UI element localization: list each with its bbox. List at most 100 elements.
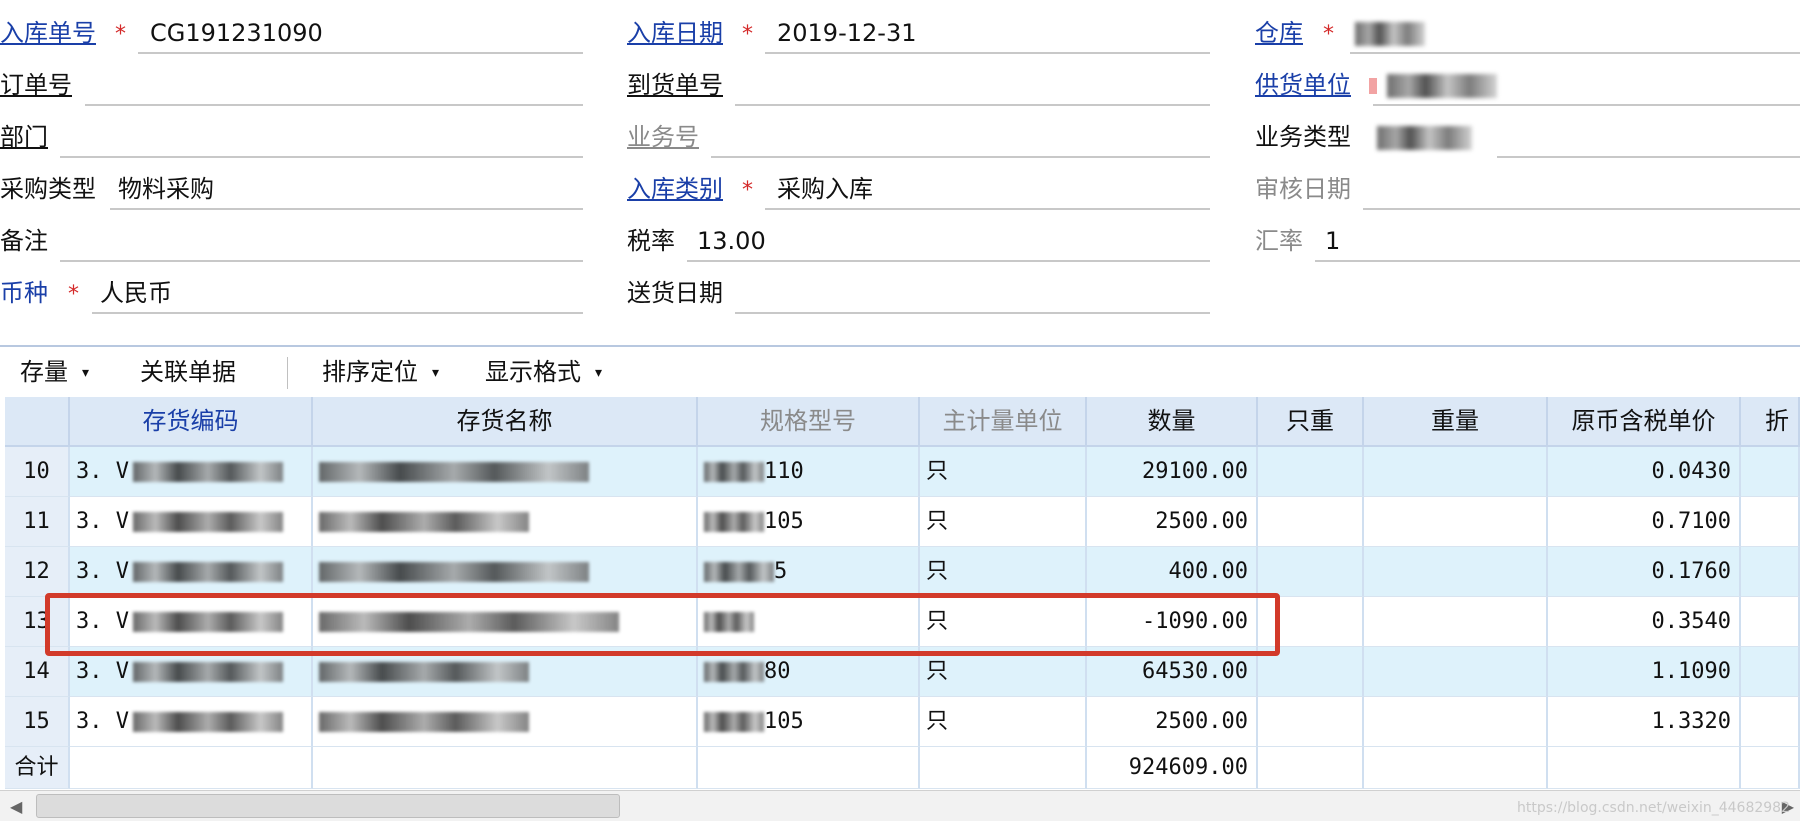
entry-no-label[interactable]: 入库单号: [0, 18, 96, 48]
table-row[interactable]: 11 3. V 105 只 2500.00 0.7100: [5, 497, 1800, 547]
exchange-rate-input[interactable]: 1: [1325, 226, 1340, 256]
warehouse-label[interactable]: 仓库: [1255, 18, 1303, 48]
item-code-cell[interactable]: 3. V: [70, 647, 313, 697]
item-code-cell[interactable]: 3. V: [70, 447, 313, 497]
currency-label[interactable]: 币种: [0, 278, 48, 308]
spec-cell[interactable]: 105: [698, 497, 920, 547]
item-code-prefix: 3. V: [76, 559, 129, 584]
column-header-item-code[interactable]: 存货编码: [70, 397, 313, 447]
item-code-cell[interactable]: 3. V: [70, 597, 313, 647]
column-header-unit-price[interactable]: 原币含税单价: [1548, 397, 1741, 447]
unit-cell[interactable]: 只: [920, 447, 1087, 497]
discount-cell[interactable]: [1741, 447, 1800, 497]
business-no-label[interactable]: 业务号: [627, 122, 699, 152]
purchase-type-input[interactable]: 物料采购: [118, 174, 214, 204]
discount-cell[interactable]: [1741, 647, 1800, 697]
table-row[interactable]: 13 3. V 只 -1090.00 0.3540: [5, 597, 1800, 647]
quantity-cell[interactable]: 64530.00: [1087, 647, 1258, 697]
column-header-item-name[interactable]: 存货名称: [313, 397, 698, 447]
quantity-cell[interactable]: 2500.00: [1087, 697, 1258, 747]
unit-price-cell[interactable]: 1.1090: [1548, 647, 1741, 697]
item-name-cell[interactable]: [313, 697, 698, 747]
currency-underline: [92, 312, 583, 314]
column-header-row-no[interactable]: [5, 397, 70, 447]
entry-category-input[interactable]: 采购入库: [777, 174, 873, 204]
sort-locate-menu-button[interactable]: 排序定位 ▾: [322, 357, 439, 388]
column-header-spec[interactable]: 规格型号: [698, 397, 920, 447]
weight-cell[interactable]: [1364, 447, 1548, 497]
tax-rate-input[interactable]: 13.00: [697, 226, 766, 256]
unit-cell[interactable]: 只: [920, 497, 1087, 547]
spec-cell[interactable]: 5: [698, 547, 920, 597]
discount-cell[interactable]: [1741, 547, 1800, 597]
order-no-label[interactable]: 订单号: [0, 70, 72, 100]
quantity-cell[interactable]: 400.00: [1087, 547, 1258, 597]
column-header-unit-weight[interactable]: 只重: [1258, 397, 1364, 447]
quantity-cell[interactable]: 2500.00: [1087, 497, 1258, 547]
column-header-unit[interactable]: 主计量单位: [920, 397, 1087, 447]
unit-price-cell[interactable]: 1.3320: [1548, 697, 1741, 747]
unit-weight-cell[interactable]: [1258, 497, 1364, 547]
supplier-label[interactable]: 供货单位: [1255, 70, 1351, 100]
spec-cell[interactable]: 80: [698, 647, 920, 697]
discount-cell[interactable]: [1741, 497, 1800, 547]
unit-price-cell[interactable]: 0.7100: [1548, 497, 1741, 547]
column-header-weight[interactable]: 重量: [1364, 397, 1548, 447]
column-header-discount[interactable]: 折: [1741, 397, 1800, 447]
table-row[interactable]: 14 3. V 80 只 64530.00 1.1090: [5, 647, 1800, 697]
supplier-redacted-value[interactable]: [1387, 74, 1497, 98]
unit-price-cell[interactable]: 0.3540: [1548, 597, 1741, 647]
unit-price-cell[interactable]: 0.1760: [1548, 547, 1741, 597]
weight-cell[interactable]: [1364, 697, 1548, 747]
unit-cell[interactable]: 只: [920, 647, 1087, 697]
quantity-cell[interactable]: 29100.00: [1087, 447, 1258, 497]
table-row[interactable]: 12 3. V 5 只 400.00 0.1760: [5, 547, 1800, 597]
item-name-cell[interactable]: [313, 497, 698, 547]
unit-weight-cell[interactable]: [1258, 697, 1364, 747]
column-header-quantity[interactable]: 数量: [1087, 397, 1258, 447]
item-code-cell[interactable]: 3. V: [70, 497, 313, 547]
weight-cell[interactable]: [1364, 597, 1548, 647]
currency-input[interactable]: 人民币: [100, 278, 172, 308]
item-name-cell[interactable]: [313, 547, 698, 597]
unit-price-cell[interactable]: 0.0430: [1548, 447, 1741, 497]
item-name-cell[interactable]: [313, 647, 698, 697]
spec-cell[interactable]: [698, 597, 920, 647]
redacted-text: [319, 512, 529, 532]
weight-cell[interactable]: [1364, 647, 1548, 697]
unit-weight-cell[interactable]: [1258, 597, 1364, 647]
table-row[interactable]: 15 3. V 105 只 2500.00 1.3320: [5, 697, 1800, 747]
unit-cell[interactable]: 只: [920, 597, 1087, 647]
spec-cell[interactable]: 110: [698, 447, 920, 497]
table-row[interactable]: 10 3. V 110 只 29100.00 0.0430: [5, 447, 1800, 497]
discount-cell[interactable]: [1741, 597, 1800, 647]
related-docs-button[interactable]: 关联单据: [140, 357, 236, 387]
entry-date-input[interactable]: 2019-12-31: [777, 18, 916, 48]
unit-cell[interactable]: 只: [920, 547, 1087, 597]
unit-weight-cell[interactable]: [1258, 547, 1364, 597]
grid-toolbar: 存量 ▾ 关联单据 排序定位 ▾ 显示格式 ▾: [0, 347, 1800, 395]
entry-category-label[interactable]: 入库类别: [627, 174, 723, 204]
stock-menu-button[interactable]: 存量 ▾: [20, 357, 89, 388]
unit-weight-cell[interactable]: [1258, 447, 1364, 497]
unit-cell[interactable]: 只: [920, 697, 1087, 747]
discount-cell[interactable]: [1741, 697, 1800, 747]
quantity-cell[interactable]: -1090.00: [1087, 597, 1258, 647]
arrival-no-label[interactable]: 到货单号: [627, 70, 723, 100]
entry-no-input[interactable]: CG191231090: [150, 18, 323, 48]
item-code-cell[interactable]: 3. V: [70, 697, 313, 747]
business-type-redacted-value[interactable]: [1377, 126, 1472, 150]
item-code-cell[interactable]: 3. V: [70, 547, 313, 597]
unit-weight-cell[interactable]: [1258, 647, 1364, 697]
weight-cell[interactable]: [1364, 497, 1548, 547]
spec-cell[interactable]: 105: [698, 697, 920, 747]
scroll-left-icon[interactable]: ◀: [10, 797, 22, 816]
weight-cell[interactable]: [1364, 547, 1548, 597]
scrollbar-thumb[interactable]: [36, 794, 620, 818]
warehouse-redacted-value[interactable]: [1355, 22, 1425, 46]
item-name-cell[interactable]: [313, 447, 698, 497]
item-name-cell[interactable]: [313, 597, 698, 647]
entry-date-label[interactable]: 入库日期: [627, 18, 723, 48]
display-format-menu-button[interactable]: 显示格式 ▾: [485, 357, 602, 388]
department-label[interactable]: 部门: [0, 122, 48, 152]
